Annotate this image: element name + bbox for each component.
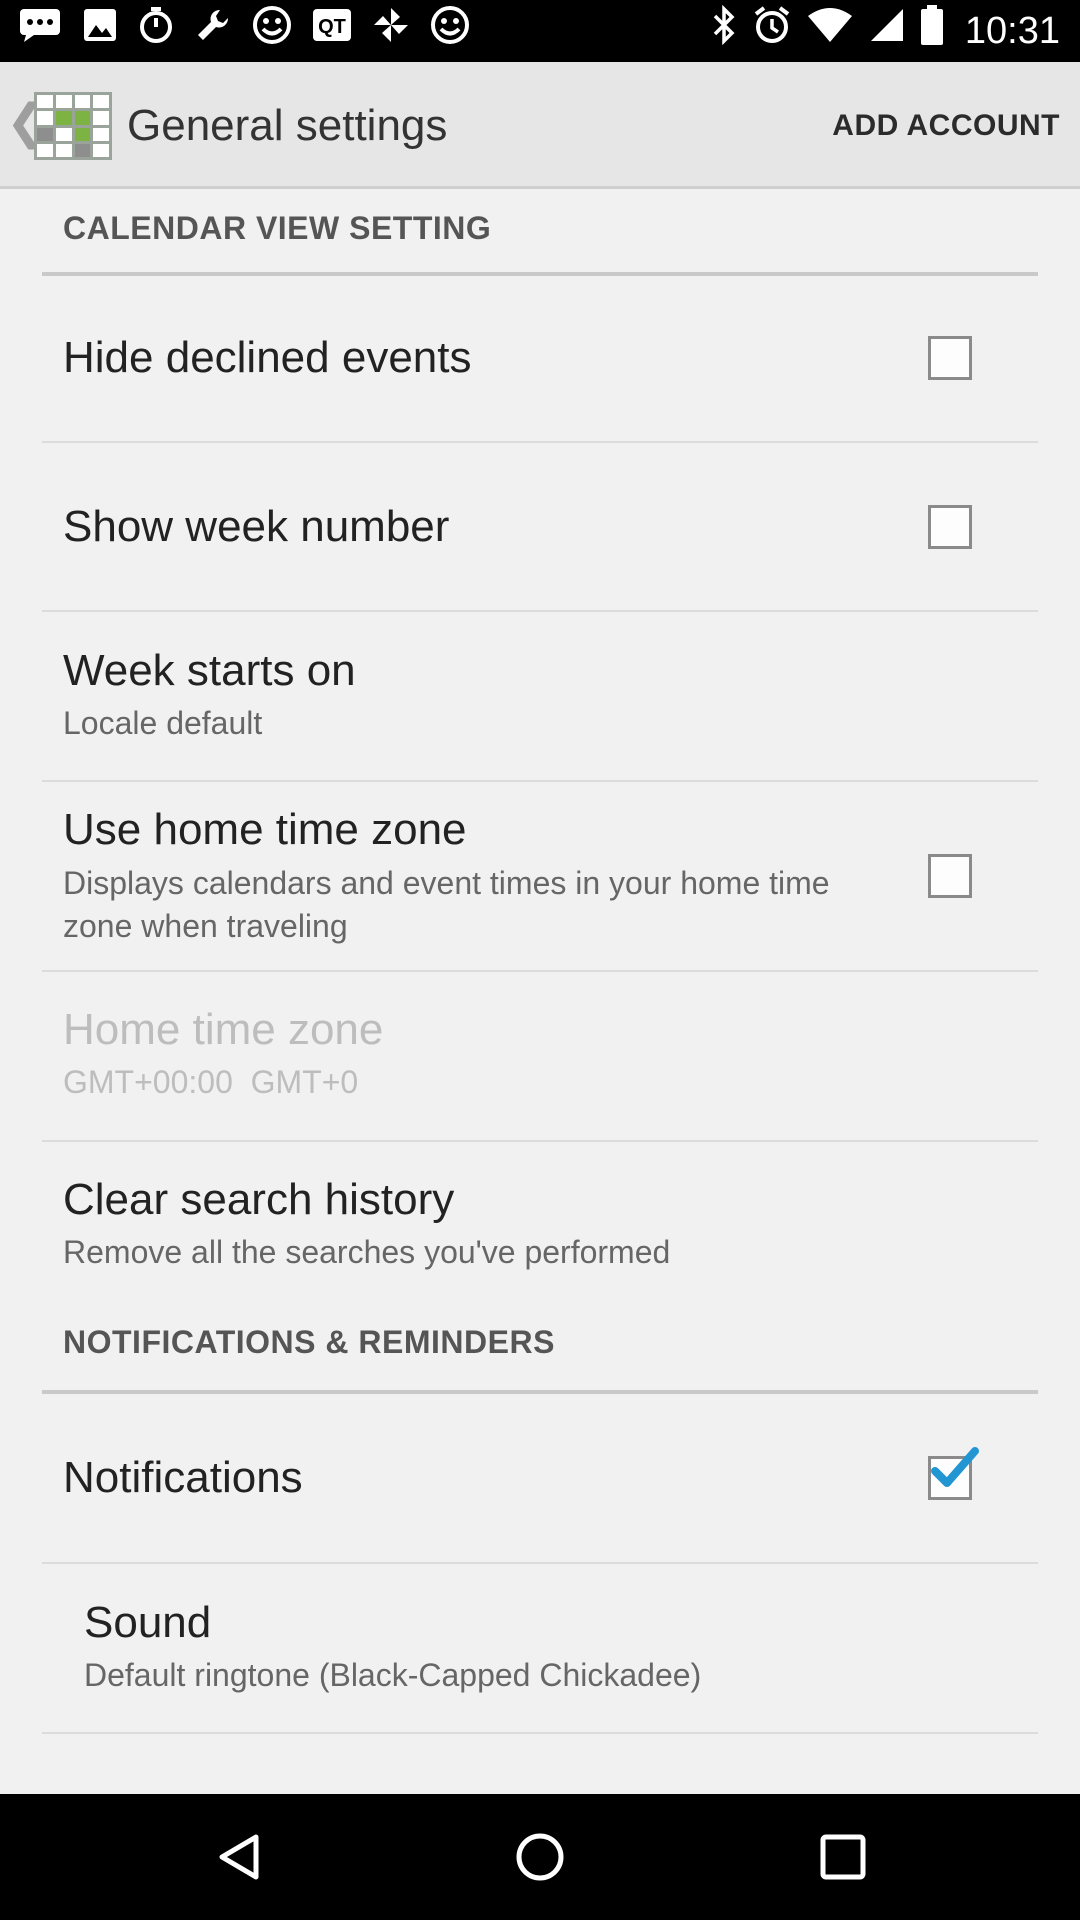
setting-notifications[interactable]: Notifications: [42, 1394, 1038, 1564]
pinwheel-icon: [372, 6, 410, 56]
setting-summary: Remove all the searches you've performed: [63, 1234, 671, 1270]
setting-sound[interactable]: Sound Default ringtone (Black-Capped Chi…: [42, 1564, 1038, 1734]
calendar-app-icon[interactable]: [34, 92, 112, 160]
setting-title: Sound: [84, 1598, 212, 1647]
setting-use-home-time-zone[interactable]: Use home time zone Displays calendars an…: [42, 782, 1038, 972]
action-bar: ❮ General settings ADD ACCOUNT: [0, 62, 1080, 189]
use-home-time-zone-checkbox[interactable]: [928, 854, 972, 898]
page-title: General settings: [127, 101, 448, 150]
setting-summary: Displays calendars and event times in yo…: [63, 865, 830, 944]
cellular-signal-icon: [869, 7, 905, 55]
system-icons: 10:31: [711, 4, 1060, 57]
setting-summary: Default ringtone (Black-Capped Chickadee…: [84, 1657, 702, 1693]
hide-declined-checkbox[interactable]: [928, 336, 972, 380]
status-time: 10:31: [964, 9, 1060, 52]
checkmark-icon: [929, 1445, 981, 1496]
setting-title: Hide declined events: [63, 333, 472, 382]
timer-icon: [138, 6, 174, 56]
setting-summary: Locale default: [63, 705, 263, 741]
smiley-icon: [252, 5, 292, 57]
qt-app-icon: QT: [312, 8, 352, 54]
setting-hide-declined-events[interactable]: Hide declined events: [42, 276, 1038, 443]
section-header-calendar-view: CALENDAR VIEW SETTING: [42, 186, 1038, 276]
battery-icon: [920, 5, 943, 57]
back-icon[interactable]: [214, 1832, 264, 1882]
image-icon: [82, 7, 118, 55]
section-title: NOTIFICATIONS & REMINDERS: [63, 1324, 555, 1360]
setting-summary: GMT+00:00 GMT+0: [63, 1064, 359, 1100]
wifi-icon: [807, 7, 853, 55]
alarm-icon: [753, 5, 791, 57]
setting-show-week-number[interactable]: Show week number: [42, 443, 1038, 612]
setting-title: Show week number: [63, 502, 450, 551]
recents-icon[interactable]: [818, 1832, 868, 1882]
setting-title: Clear search history: [63, 1175, 455, 1224]
message-icon: [18, 7, 62, 55]
wrench-icon: [194, 6, 232, 56]
status-bar: QT 10:31: [0, 0, 1080, 62]
navigation-bar: [0, 1794, 1080, 1920]
setting-title: Use home time zone: [63, 805, 467, 854]
section-title: CALENDAR VIEW SETTING: [63, 210, 492, 246]
setting-title: Home time zone: [63, 1005, 384, 1054]
setting-home-time-zone: Home time zone GMT+00:00 GMT+0: [42, 972, 1038, 1142]
show-week-number-checkbox[interactable]: [928, 505, 972, 549]
bluetooth-icon: [711, 4, 737, 57]
setting-clear-search-history[interactable]: Clear search history Remove all the sear…: [42, 1142, 1038, 1302]
add-account-button[interactable]: ADD ACCOUNT: [832, 106, 1060, 146]
setting-title: Notifications: [63, 1453, 303, 1502]
notification-icons: QT: [18, 5, 470, 57]
svg-text:QT: QT: [318, 16, 346, 38]
setting-title: Week starts on: [63, 646, 356, 695]
notifications-checkbox[interactable]: [928, 1447, 979, 1500]
setting-week-starts-on[interactable]: Week starts on Locale default: [42, 612, 1038, 782]
smiley-icon: [430, 5, 470, 57]
home-icon[interactable]: [515, 1832, 565, 1882]
section-header-notifications: NOTIFICATIONS & REMINDERS: [42, 1302, 1038, 1394]
